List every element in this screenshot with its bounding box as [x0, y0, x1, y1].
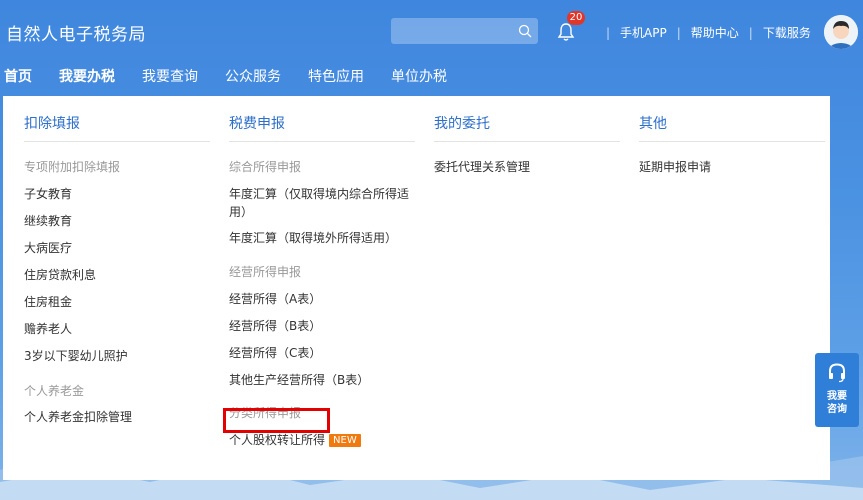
avatar[interactable]	[824, 15, 858, 49]
consult-label-line1: 我要	[827, 391, 847, 402]
headset-icon	[828, 363, 846, 387]
search-box[interactable]	[391, 18, 538, 44]
divider	[229, 141, 415, 142]
divider	[434, 141, 620, 142]
main-nav: 首页 我要办税 我要查询 公众服务 特色应用 单位办税	[0, 66, 474, 94]
menu-item-deferred-filing[interactable]: 延期申报申请	[639, 158, 711, 176]
top-links: | 手机APP | 帮助中心 | 下载服务	[596, 24, 811, 41]
menu-item-business-income-b[interactable]: 经营所得（B表）	[229, 317, 321, 335]
menu-item-label: 个人股权转让所得	[229, 433, 326, 447]
search-input[interactable]	[391, 18, 523, 42]
consult-button[interactable]: 我要 咨询	[815, 353, 859, 427]
menu-item-continuing-education[interactable]: 继续教育	[24, 212, 72, 230]
section-label: 个人养老金	[24, 384, 85, 398]
menu-item-elderly-support[interactable]: 赡养老人	[24, 320, 72, 338]
divider: |	[676, 25, 681, 40]
nav-tax-handling[interactable]: 我要办税	[59, 66, 115, 94]
user-avatar-icon	[824, 15, 858, 49]
column-header-deduction[interactable]: 扣除填报	[24, 113, 80, 133]
nav-query[interactable]: 我要查询	[142, 66, 198, 94]
section-label: 综合所得申报	[229, 160, 302, 174]
column-header-other[interactable]: 其他	[639, 113, 667, 133]
column-header-delegation[interactable]: 我的委托	[434, 113, 490, 133]
site-title: 自然人电子税务局	[6, 25, 146, 45]
menu-item-annual-reconciliation-overseas[interactable]: 年度汇算（取得境外所得适用）	[229, 229, 397, 247]
menu-item-agency-relationship[interactable]: 委托代理关系管理	[434, 158, 530, 176]
section-label: 经营所得申报	[229, 265, 302, 279]
menu-item-housing-rent[interactable]: 住房租金	[24, 293, 72, 311]
divider: |	[748, 25, 753, 40]
search-icon[interactable]	[518, 23, 532, 42]
nav-public-service[interactable]: 公众服务	[225, 66, 281, 94]
download-service-link[interactable]: 下载服务	[763, 24, 811, 41]
menu-item-annual-reconciliation-domestic[interactable]: 年度汇算（仅取得境内综合所得适用）	[229, 185, 415, 221]
notification-badge: 20	[567, 11, 585, 25]
divider: |	[606, 25, 611, 40]
top-bar: 自然人电子税务局 20 | 手机APP | 帮助中心 | 下载服务	[0, 0, 863, 64]
section-label: 专项附加扣除填报	[24, 160, 121, 174]
mobile-app-link[interactable]: 手机APP	[620, 24, 667, 41]
highlight-box	[223, 408, 330, 433]
divider	[24, 141, 210, 142]
column-header-tax-declaration[interactable]: 税费申报	[229, 113, 285, 133]
nav-home[interactable]: 首页	[4, 66, 32, 94]
menu-item-other-business-income-b[interactable]: 其他生产经营所得（B表）	[229, 371, 369, 389]
nav-featured-apps[interactable]: 特色应用	[308, 66, 364, 94]
divider	[639, 141, 825, 142]
new-badge: NEW	[329, 434, 361, 447]
menu-item-pension-deduction[interactable]: 个人养老金扣除管理	[24, 408, 132, 426]
menu-item-business-income-a[interactable]: 经营所得（A表）	[229, 290, 321, 308]
bell-icon[interactable]	[556, 22, 576, 46]
menu-item-child-education[interactable]: 子女教育	[24, 185, 72, 203]
dropdown-menu-panel: 扣除填报 专项附加扣除填报 子女教育 继续教育 大病医疗 住房贷款利息 住房租金…	[3, 96, 830, 480]
menu-item-mortgage-interest[interactable]: 住房贷款利息	[24, 266, 96, 284]
menu-item-business-income-c[interactable]: 经营所得（C表）	[229, 344, 321, 362]
consult-label-line2: 咨询	[827, 404, 847, 415]
menu-item-serious-illness[interactable]: 大病医疗	[24, 239, 72, 257]
nav-employer-tax[interactable]: 单位办税	[391, 66, 447, 94]
menu-item-equity-transfer[interactable]: 个人股权转让所得 NEW	[229, 431, 361, 449]
menu-item-infant-care[interactable]: 3岁以下婴幼儿照护	[24, 347, 128, 365]
help-center-link[interactable]: 帮助中心	[691, 24, 739, 41]
